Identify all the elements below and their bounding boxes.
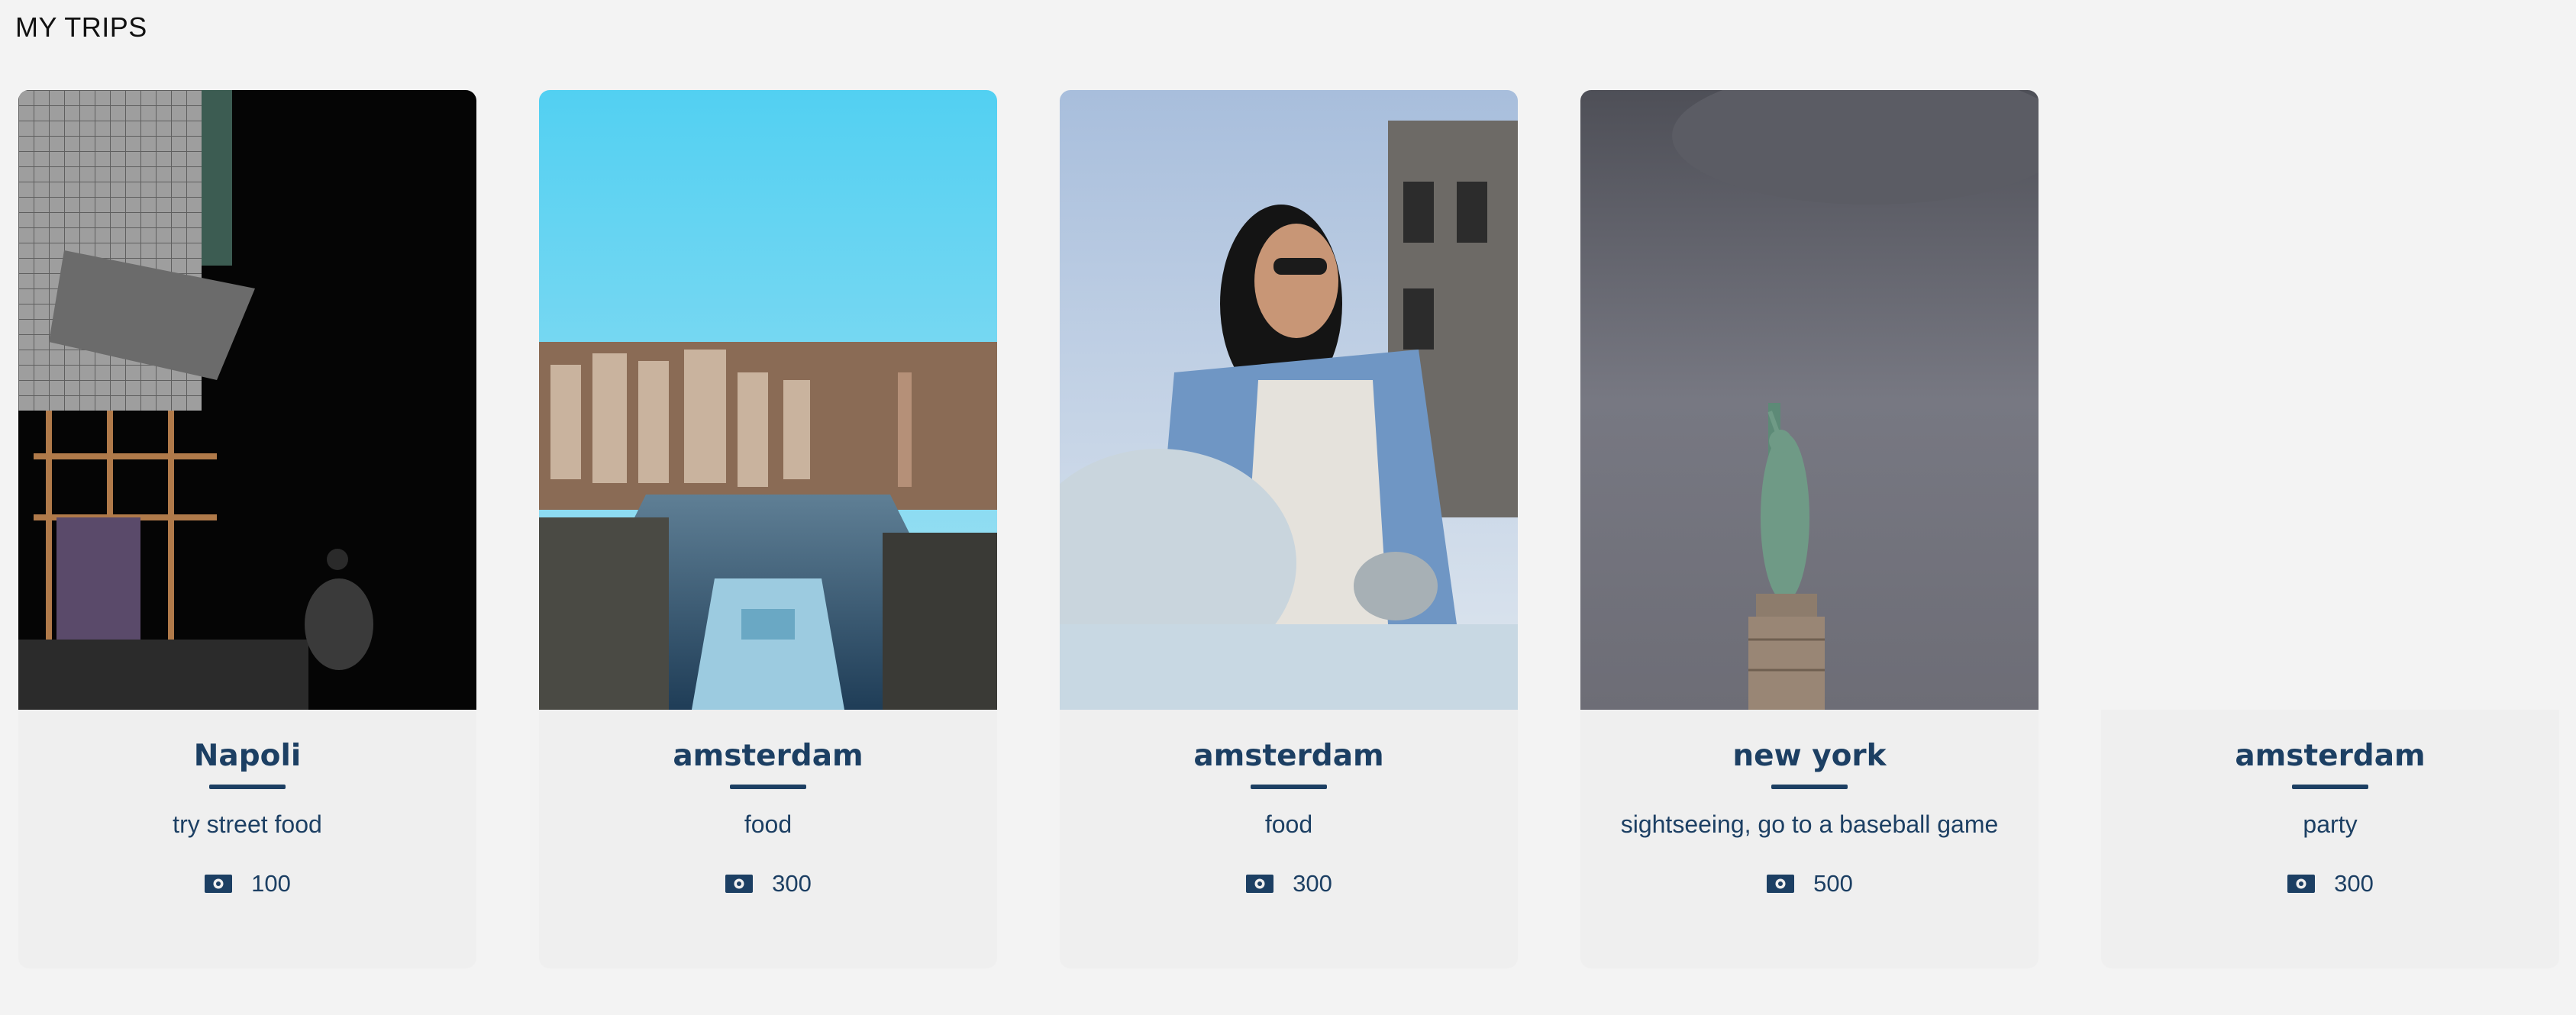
- page-title: MY TRIPS: [15, 11, 147, 43]
- trip-photo: [1060, 90, 1518, 710]
- trip-card-body: amsterdam food 300: [539, 710, 997, 968]
- trip-card[interactable]: amsterdam food 300: [539, 90, 997, 968]
- trip-card[interactable]: new york sightseeing, go to a baseball g…: [1580, 90, 2039, 968]
- title-underline: [1251, 785, 1327, 789]
- trip-card-body: amsterdam food 300: [1060, 710, 1518, 968]
- trip-card[interactable]: amsterdam food 300: [1060, 90, 1518, 968]
- trip-name: amsterdam: [2235, 739, 2426, 773]
- trip-card[interactable]: Napoli try street food 100: [18, 90, 476, 968]
- title-underline: [730, 785, 806, 789]
- trip-name: amsterdam: [673, 739, 864, 773]
- trip-name: Napoli: [193, 739, 302, 773]
- trip-card-body: amsterdam party 300: [2101, 710, 2559, 968]
- money-icon: [204, 874, 233, 894]
- trip-card[interactable]: amsterdam party 300: [2101, 90, 2559, 968]
- trip-budget: 300: [2101, 868, 2559, 899]
- trip-description: sightseeing, go to a baseball game: [1620, 810, 1999, 838]
- budget-amount: 300: [2334, 870, 2374, 897]
- money-icon: [725, 874, 754, 894]
- trip-description: party: [2303, 810, 2358, 838]
- budget-amount: 300: [772, 870, 812, 897]
- budget-amount: 100: [251, 870, 291, 897]
- trip-card-list: Napoli try street food 100 amsterdam foo…: [18, 90, 2559, 968]
- money-icon: [1245, 874, 1274, 894]
- money-icon: [1766, 874, 1795, 894]
- trip-photo: [1580, 90, 2039, 710]
- trip-name: new york: [1732, 739, 1887, 773]
- trip-description: try street food: [173, 810, 322, 838]
- trip-name: amsterdam: [1193, 739, 1384, 773]
- trip-photo: [18, 90, 476, 710]
- title-underline: [209, 785, 286, 789]
- trip-budget: 500: [1580, 868, 2039, 899]
- budget-amount: 300: [1293, 870, 1332, 897]
- budget-amount: 500: [1813, 870, 1853, 897]
- trip-budget: 300: [539, 868, 997, 899]
- title-underline: [1771, 785, 1848, 789]
- trip-budget: 300: [1060, 868, 1518, 899]
- trip-card-body: Napoli try street food 100: [18, 710, 476, 968]
- trip-description: food: [1264, 810, 1313, 838]
- trip-photo: [539, 90, 997, 710]
- title-underline: [2292, 785, 2368, 789]
- trip-card-body: new york sightseeing, go to a baseball g…: [1580, 710, 2039, 968]
- trip-budget: 100: [18, 868, 476, 899]
- trip-description: food: [744, 810, 792, 838]
- money-icon: [2287, 874, 2316, 894]
